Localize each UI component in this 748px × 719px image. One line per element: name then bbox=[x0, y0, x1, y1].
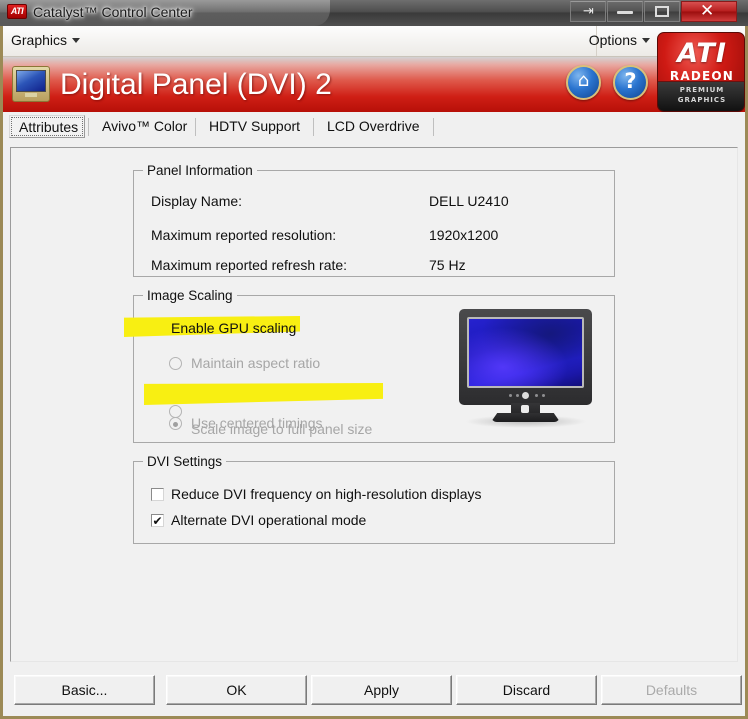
monitor-stand-shape bbox=[25, 93, 37, 97]
monitor-power-led-icon bbox=[522, 392, 529, 399]
footer-button-bar: Basic... OK Apply Discard Defaults bbox=[3, 668, 745, 716]
tab-avivo-color[interactable]: Avivo™ Color bbox=[93, 115, 196, 138]
monitor-power-button-icon bbox=[521, 405, 529, 413]
display-name-label: Display Name: bbox=[151, 193, 243, 209]
menu-bar: Graphics Options bbox=[3, 26, 745, 57]
image-scaling-group: Image Scaling ✔ Enable GPU scaling Maint… bbox=[124, 288, 615, 443]
tab-separator bbox=[433, 118, 434, 136]
ok-button[interactable]: OK bbox=[166, 675, 307, 705]
page-title: Digital Panel (DVI) 2 bbox=[60, 68, 332, 101]
checkmark-icon: ✔ bbox=[152, 514, 163, 528]
monitor-led-icon bbox=[516, 394, 519, 397]
monitor-led-icon bbox=[542, 394, 545, 397]
tab-separator bbox=[88, 118, 89, 136]
maintain-aspect-ratio-label: Maintain aspect ratio bbox=[191, 355, 321, 371]
logo-sub-banner: PREMIUM GRAPHICS bbox=[658, 81, 744, 111]
tab-attributes[interactable]: Attributes bbox=[9, 115, 85, 138]
home-icon: ⌂ bbox=[577, 70, 590, 91]
menu-graphics-label: Graphics bbox=[11, 32, 68, 48]
window-title: Catalyst™ Control Center bbox=[33, 4, 193, 20]
discard-button[interactable]: Discard bbox=[456, 675, 597, 705]
defaults-button[interactable]: Defaults bbox=[601, 675, 742, 705]
image-scaling-title: Image Scaling bbox=[143, 288, 237, 303]
menu-options[interactable]: Options bbox=[589, 32, 650, 48]
dvi-settings-title: DVI Settings bbox=[143, 454, 227, 469]
tab-separator bbox=[313, 118, 314, 136]
monitor-led-icon bbox=[509, 394, 512, 397]
dvi-settings-group: DVI Settings Reduce DVI frequency on hig… bbox=[133, 454, 615, 544]
max-refresh-value: 75 Hz bbox=[429, 257, 466, 273]
panel-information-title: Panel Information bbox=[143, 163, 257, 178]
display-name-value: DELL U2410 bbox=[429, 193, 509, 209]
reduce-dvi-frequency-checkbox[interactable] bbox=[151, 488, 164, 501]
logo-graphics-text: GRAPHICS bbox=[677, 96, 727, 104]
monitor-led-icon bbox=[535, 394, 538, 397]
close-icon: ✕ bbox=[700, 1, 715, 21]
catalyst-control-center-window: ATI Catalyst™ Control Center ⇥ ✕ Graphic… bbox=[0, 0, 748, 719]
tab-hdtv-support[interactable]: HDTV Support bbox=[200, 115, 309, 138]
menu-options-label: Options bbox=[588, 32, 637, 48]
max-resolution-value: 1920x1200 bbox=[429, 227, 499, 243]
settings-content-panel: Panel Information Display Name: DELL U24… bbox=[10, 147, 738, 662]
chevron-down-icon bbox=[642, 38, 650, 43]
logo-premium-text: PREMIUM bbox=[679, 86, 725, 94]
scale-to-full-panel-label: Scale image to full panel size bbox=[191, 421, 373, 437]
chevron-down-icon bbox=[72, 38, 81, 43]
tab-separator bbox=[195, 118, 196, 136]
scale-to-full-panel-radio[interactable] bbox=[169, 405, 182, 418]
detach-icon: ⇥ bbox=[583, 4, 594, 19]
panel-information-group: Panel Information Display Name: DELL U24… bbox=[133, 163, 615, 277]
maintain-aspect-ratio-radio[interactable] bbox=[169, 357, 182, 370]
highlight-scale-to-full-panel bbox=[144, 383, 383, 405]
ati-brand-text: ATI bbox=[677, 38, 727, 69]
radio-selected-dot-icon bbox=[173, 422, 178, 427]
apply-button[interactable]: Apply bbox=[311, 675, 452, 705]
basic-button[interactable]: Basic... bbox=[14, 675, 155, 705]
help-icon: ? bbox=[624, 69, 637, 93]
enable-gpu-scaling-label: Enable GPU scaling bbox=[171, 320, 297, 336]
ati-radeon-logo: ATI RADEON PREMIUM GRAPHICS bbox=[657, 32, 745, 112]
title-bar: ATI Catalyst™ Control Center ⇥ ✕ bbox=[0, 0, 748, 26]
menu-graphics[interactable]: Graphics bbox=[11, 32, 81, 48]
tab-lcd-overdrive[interactable]: LCD Overdrive bbox=[318, 115, 429, 138]
ati-window-icon: ATI bbox=[7, 4, 27, 19]
digital-panel-icon bbox=[12, 66, 50, 102]
maximize-icon bbox=[655, 6, 669, 17]
monitor-screen-shape bbox=[16, 70, 46, 92]
reduce-dvi-frequency-label: Reduce DVI frequency on high-resolution … bbox=[171, 486, 482, 502]
tab-bar: Attributes Avivo™ Color HDTV Support LCD… bbox=[3, 112, 745, 140]
max-refresh-label: Maximum reported refresh rate: bbox=[151, 257, 348, 273]
max-resolution-label: Maximum reported resolution: bbox=[151, 227, 337, 243]
alternate-dvi-mode-label: Alternate DVI operational mode bbox=[171, 512, 367, 528]
minimize-icon bbox=[617, 11, 633, 14]
